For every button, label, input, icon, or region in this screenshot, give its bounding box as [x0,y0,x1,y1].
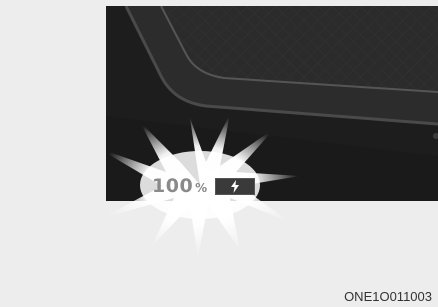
percent-symbol: % [195,181,208,195]
charging-status-box [215,177,256,195]
charge-readout: 100 % [152,175,256,197]
figure-code: ONE1O011003 [344,289,432,304]
dashboard-panel-scene [106,6,438,201]
lightning-bolt-icon [231,179,240,193]
charge-percentage: 100 [152,175,194,197]
charging-indicator-photo [106,6,438,201]
